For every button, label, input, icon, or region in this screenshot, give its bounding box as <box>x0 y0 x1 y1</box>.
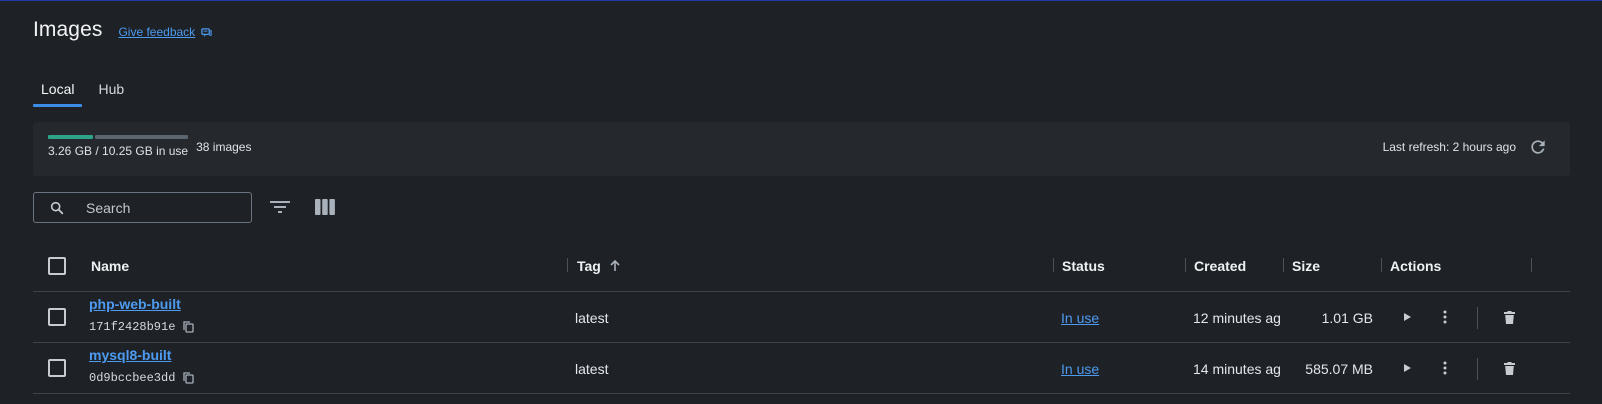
more-actions-button[interactable] <box>1435 307 1455 327</box>
delete-button[interactable] <box>1499 358 1519 378</box>
column-separator[interactable] <box>1531 258 1532 272</box>
table-row: php-web-built 171f2428b91e latest In use… <box>33 292 1570 343</box>
search-box[interactable] <box>33 192 252 223</box>
filter-icon <box>270 201 290 213</box>
image-id-text: 171f2428b91e <box>89 320 176 334</box>
image-created: 12 minutes ag <box>1193 310 1281 326</box>
run-button[interactable] <box>1397 307 1417 327</box>
image-status-link[interactable]: In use <box>1061 361 1099 377</box>
trash-icon <box>1503 361 1515 375</box>
search-input[interactable] <box>86 199 236 216</box>
disk-usage-text: 3.26 GB / 10.25 GB in use 38 images <box>48 140 251 158</box>
play-icon <box>1404 313 1411 321</box>
refresh-icon[interactable] <box>1528 137 1548 157</box>
image-created: 14 minutes ag <box>1193 361 1281 377</box>
disk-usage-bar-used <box>48 135 93 139</box>
column-header-status[interactable]: Status <box>1062 258 1105 274</box>
copy-icon[interactable] <box>183 321 195 333</box>
image-tag: latest <box>575 361 609 377</box>
trash-icon <box>1503 310 1515 324</box>
image-id-text: 0d9bccbee3dd <box>89 371 176 385</box>
columns-icon <box>315 199 335 215</box>
more-vertical-icon <box>1443 361 1447 375</box>
column-header-size-label: Size <box>1292 258 1321 274</box>
column-separator[interactable] <box>1053 258 1054 272</box>
column-header-tag-label: Tag <box>577 258 601 274</box>
delete-button[interactable] <box>1499 307 1519 327</box>
column-separator[interactable] <box>1283 258 1284 272</box>
image-size: 1.01 GB <box>1321 310 1373 326</box>
image-name-link[interactable]: php-web-built <box>89 296 181 312</box>
columns-button[interactable] <box>314 197 336 217</box>
image-tag: latest <box>575 310 609 326</box>
tab-local[interactable]: Local <box>33 79 83 107</box>
more-actions-button[interactable] <box>1435 358 1455 378</box>
image-size: 585.07 MB <box>1305 361 1373 377</box>
column-header-tag[interactable]: Tag <box>577 258 621 274</box>
column-header-actions-label: Actions <box>1390 258 1442 274</box>
row-checkbox[interactable] <box>48 308 66 326</box>
actions-divider <box>1477 358 1478 380</box>
page-title: Images <box>33 18 103 41</box>
image-id: 171f2428b91e <box>89 320 195 334</box>
search-icon <box>50 201 64 214</box>
disk-usage-bar-free <box>94 135 188 139</box>
column-separator[interactable] <box>1381 258 1382 272</box>
give-feedback-link[interactable]: Give feedback <box>118 25 212 39</box>
image-count: 38 images <box>196 140 252 154</box>
disk-usage-card: 3.26 GB / 10.25 GB in use 38 images Last… <box>33 122 1570 176</box>
play-icon <box>1404 364 1411 372</box>
copy-icon[interactable] <box>183 372 195 384</box>
images-page: Images Give feedback Local Hub 3.26 GB /… <box>33 1 1570 404</box>
column-header-created[interactable]: Created <box>1194 258 1246 274</box>
table-row: mysql8-built 0d9bccbee3dd latest In use … <box>33 343 1570 394</box>
tab-bar: Local Hub <box>33 79 140 107</box>
disk-usage-bar <box>48 135 188 139</box>
column-header-created-label: Created <box>1194 258 1247 274</box>
column-header-status-label: Status <box>1062 258 1105 274</box>
row-checkbox[interactable] <box>48 359 66 377</box>
more-vertical-icon <box>1443 310 1447 324</box>
feedback-icon <box>201 27 212 37</box>
last-refresh-label: Last refresh: 2 hours ago <box>1382 140 1516 154</box>
table-header: Name Tag Status Created Size Actions <box>33 242 1570 292</box>
give-feedback-label: Give feedback <box>118 25 196 39</box>
image-id: 0d9bccbee3dd <box>89 371 195 385</box>
image-status-link[interactable]: In use <box>1061 310 1099 326</box>
column-separator[interactable] <box>567 258 568 272</box>
column-separator[interactable] <box>1185 258 1186 272</box>
actions-divider <box>1477 307 1478 329</box>
run-button[interactable] <box>1397 358 1417 378</box>
sort-ascending-icon <box>610 260 620 271</box>
disk-usage-label: 3.26 GB / 10.25 GB in use <box>48 144 189 158</box>
column-header-name[interactable]: Name <box>91 258 129 274</box>
images-table: Name Tag Status Created Size Actions php… <box>33 242 1570 394</box>
filter-button[interactable] <box>269 197 291 217</box>
page-header: Images Give feedback <box>33 18 212 42</box>
column-header-name-label: Name <box>91 258 130 274</box>
last-refresh: Last refresh: 2 hours ago <box>1383 137 1548 157</box>
tab-hub[interactable]: Hub <box>90 79 132 107</box>
column-header-actions: Actions <box>1390 258 1441 274</box>
select-all-checkbox[interactable] <box>48 257 66 275</box>
image-name-link[interactable]: mysql8-built <box>89 347 171 363</box>
column-header-size[interactable]: Size <box>1292 258 1320 274</box>
